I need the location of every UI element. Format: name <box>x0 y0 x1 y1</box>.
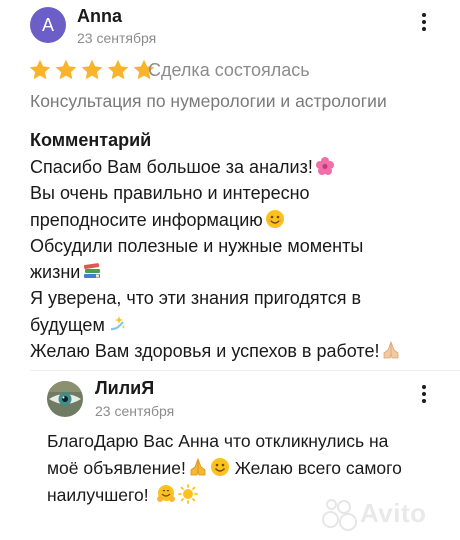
comment-line: Вы очень правильно и интересно <box>30 183 310 204</box>
comment-line: жизни <box>30 259 450 285</box>
more-options-icon[interactable] <box>412 10 436 34</box>
author-name[interactable]: Anna <box>77 6 122 27</box>
service-name: Консультация по нумерологии и астрологии <box>30 91 387 111</box>
comment-line: Обсудили полезные и нужные моменты <box>30 235 364 256</box>
smiley-icon <box>265 209 284 228</box>
praying-hands-icon <box>384 340 399 359</box>
watermark-text: Avito <box>360 497 427 528</box>
reply-line: БлагоДарю Вас Анна что откликнулись на <box>47 431 389 451</box>
comment-line: Желаю Вам здоровья и успехов в работе! <box>30 338 450 364</box>
smiley-icon <box>210 458 229 476</box>
reply-date: 23 сентября <box>95 403 175 419</box>
praying-hands-icon <box>190 457 206 476</box>
eye-photo-icon <box>47 381 83 417</box>
flower-icon <box>315 157 334 175</box>
author-avatar[interactable]: A <box>30 7 66 43</box>
reply-author-name[interactable]: ЛилиЯ <box>95 378 154 399</box>
comment-heading: Комментарий <box>30 130 152 150</box>
reply-line: моё объявление! Желаю всего самого <box>47 457 402 478</box>
avito-logo-icon <box>322 497 357 531</box>
sun-icon <box>177 484 198 504</box>
star-icon <box>107 59 129 80</box>
deal-status: Сделка состоялась <box>148 60 310 80</box>
avito-watermark: Avito <box>322 497 427 531</box>
divider <box>30 370 460 371</box>
comment-line: будущем <box>30 312 450 338</box>
comment-line: преподносите информацию <box>30 207 450 233</box>
comment-text: Спасибо Вам большое за анализ! Вы очень … <box>30 154 450 364</box>
sparkles-icon <box>110 315 126 330</box>
comment-line: Я уверена, что эти знания пригодятся в <box>30 288 362 309</box>
star-icon <box>55 59 77 80</box>
star-icon <box>29 59 51 80</box>
hugging-face-icon <box>156 485 175 502</box>
books-icon <box>84 263 101 279</box>
review-date: 23 сентября <box>77 30 157 46</box>
star-icon <box>81 59 103 80</box>
reply-more-options-icon[interactable] <box>412 382 436 406</box>
comment-line: Спасибо Вам большое за анализ! <box>30 154 450 180</box>
rating-stars <box>28 58 156 82</box>
reply-avatar[interactable] <box>47 381 83 417</box>
